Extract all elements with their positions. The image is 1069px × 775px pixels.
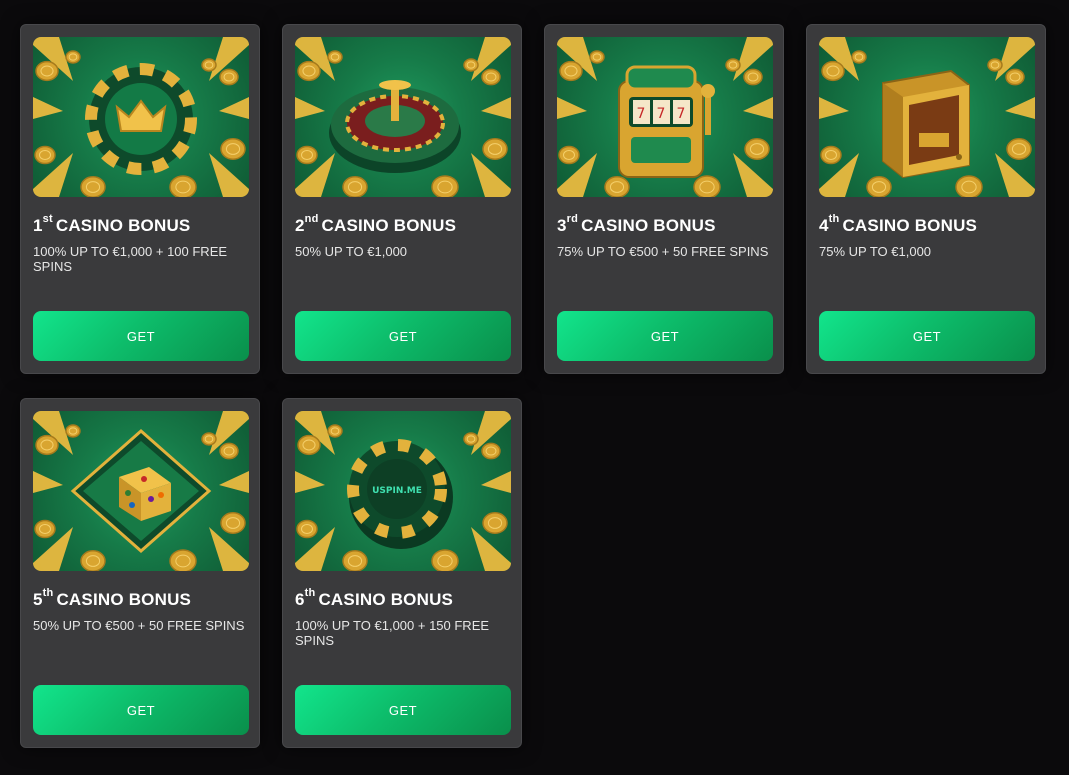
- bonus-title: 2nd CASINO BONUS: [295, 213, 457, 235]
- bonus-title: 6th CASINO BONUS: [295, 587, 454, 609]
- safe-icon: [819, 37, 1035, 197]
- bonus-card-1: 1st CASINO BONUS 100% UP TO €1,000 + 100 …: [20, 24, 260, 374]
- bonus-description: 50% UP TO €500 + 50 FREE SPINS: [33, 618, 245, 633]
- bonus-description: 75% UP TO €1,000: [819, 244, 932, 259]
- bonus-title: 5th CASINO BONUS: [33, 587, 192, 609]
- bonus-description: 100% UP TO €1,000 + 100 FREE SPINS: [33, 244, 228, 274]
- chip-logo-text: USPIN.ME: [372, 486, 422, 496]
- bonus-title: 1st CASINO BONUS: [33, 213, 191, 235]
- bonus-title: 4th CASINO BONUS: [819, 213, 978, 235]
- dice-icon: [33, 411, 249, 571]
- get-bonus-button[interactable]: GET: [295, 311, 511, 361]
- get-bonus-button[interactable]: GET: [819, 311, 1035, 361]
- svg-text:7: 7: [677, 106, 686, 122]
- svg-text:7: 7: [637, 106, 646, 122]
- bonus-grid: 1st CASINO BONUS 100% UP TO €1,000 + 100 …: [20, 24, 1046, 748]
- get-bonus-button[interactable]: GET: [295, 685, 511, 735]
- uspin-chip-icon: USPIN.ME: [295, 411, 511, 571]
- bonus-card-4: 4th CASINO BONUS 75% UP TO €1,000 GET: [806, 24, 1046, 374]
- crown-chip-icon: [33, 37, 249, 197]
- roulette-wheel-icon: [295, 37, 511, 197]
- bonus-title: 3rd CASINO BONUS: [557, 213, 716, 235]
- bonus-card-6: USPIN.ME 6th CASINO BONUS 100% UP TO €1,0…: [282, 398, 522, 748]
- bonus-description: 75% UP TO €500 + 50 FREE SPINS: [557, 244, 769, 259]
- get-bonus-button[interactable]: GET: [557, 311, 773, 361]
- bonus-card-5: 5th CASINO BONUS 50% UP TO €500 + 50 FREE…: [20, 398, 260, 748]
- get-bonus-button[interactable]: GET: [33, 685, 249, 735]
- bonus-description: 100% UP TO €1,000 + 150 FREE SPINS: [295, 618, 490, 648]
- slot-machine-icon: 7 7 7: [557, 37, 773, 197]
- svg-text:7: 7: [657, 106, 666, 122]
- get-bonus-button[interactable]: GET: [33, 311, 249, 361]
- bonus-card-3: 7 7 7 3rd CASINO BONUS 75% UP TO €500 + 5…: [544, 24, 784, 374]
- bonus-description: 50% UP TO €1,000: [295, 244, 408, 259]
- bonus-card-2: 2nd CASINO BONUS 50% UP TO €1,000 GET: [282, 24, 522, 374]
